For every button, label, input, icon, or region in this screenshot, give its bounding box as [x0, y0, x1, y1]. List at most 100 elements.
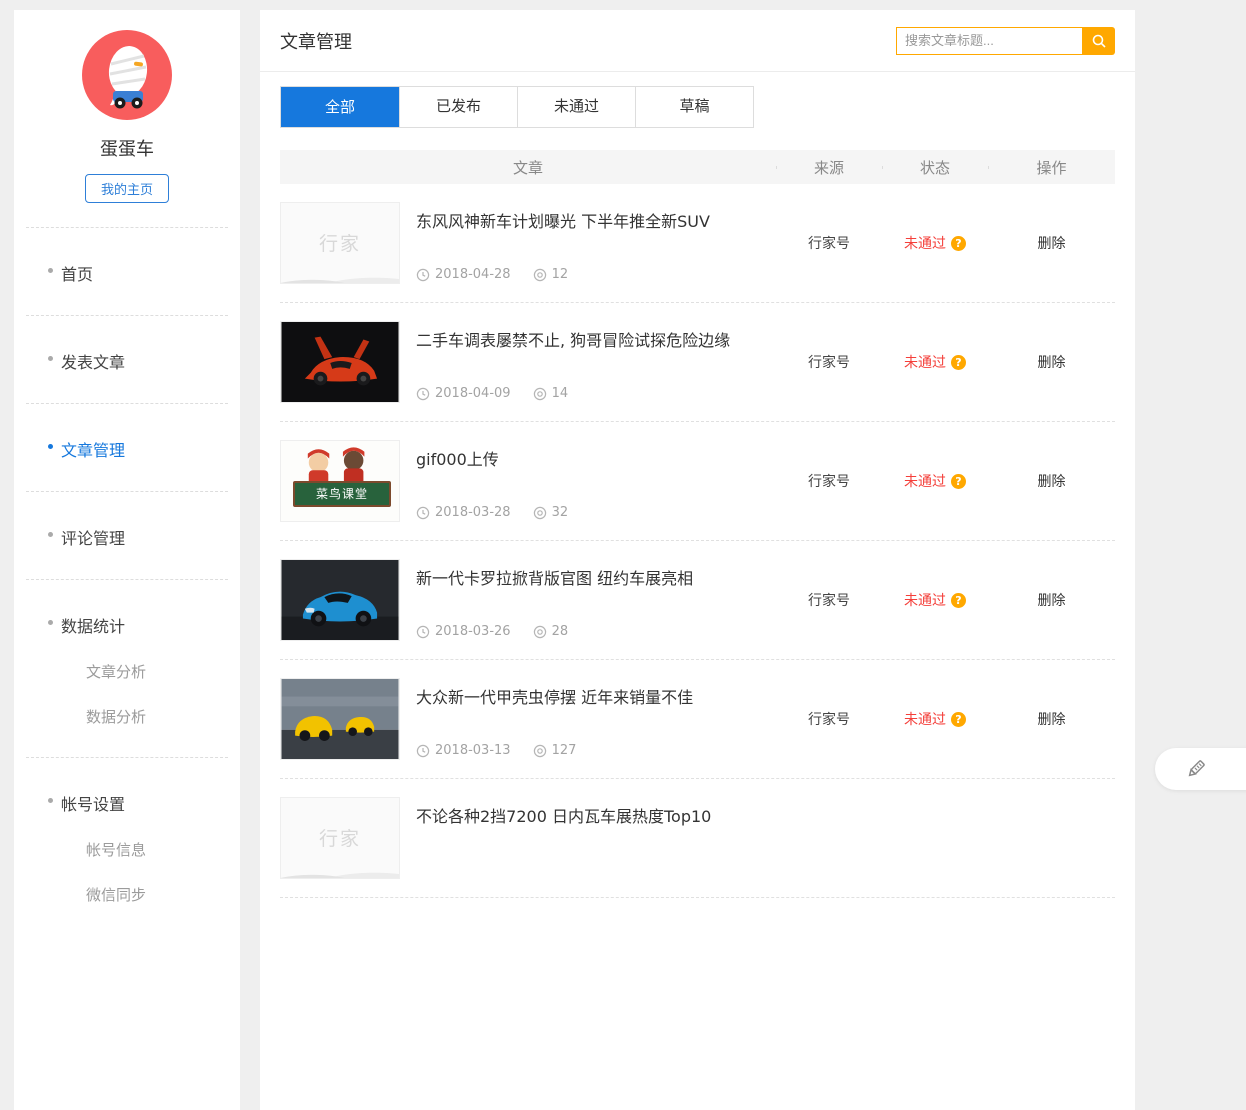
sidebar-subitem-data-analysis[interactable]: 数据分析	[14, 682, 240, 727]
sidebar-subitem-wechat-sync[interactable]: 微信同步	[14, 860, 240, 905]
status-cell: 未通过 ?	[882, 471, 988, 491]
delete-button[interactable]: 删除	[1038, 236, 1066, 252]
article-thumbnail[interactable]: 行家	[280, 797, 400, 879]
publish-date: 2018-03-26	[435, 624, 511, 639]
sidebar-group-stats: 数据统计 文章分析 数据分析	[14, 580, 240, 757]
source-cell: 行家号	[808, 355, 850, 371]
publish-date: 2018-03-13	[435, 743, 511, 758]
search-icon	[1092, 34, 1106, 48]
publish-date: 2018-03-28	[435, 505, 511, 520]
eye-icon	[533, 268, 547, 282]
column-header-article: 文章	[512, 158, 543, 177]
clock-icon	[416, 625, 430, 639]
views-count-wrap: 28	[533, 624, 569, 639]
sidebar-item-publish[interactable]: 发表文章	[14, 316, 240, 403]
action-cell: 删除	[988, 233, 1115, 253]
views-count-wrap: 127	[533, 743, 577, 758]
tab-all[interactable]: 全部	[281, 87, 399, 127]
sidebar-item-home[interactable]: 首页	[14, 228, 240, 315]
question-icon[interactable]: ?	[951, 235, 966, 251]
sidebar-item-comments[interactable]: 评论管理	[14, 492, 240, 579]
article-title[interactable]: 东风风神新车计划曝光 下半年推全新SUV	[416, 208, 768, 232]
question-icon[interactable]: ?	[951, 354, 966, 370]
tab-rejected[interactable]: 未通过	[517, 87, 635, 127]
article-meta: 2018-03-28 32	[416, 505, 768, 520]
views-count: 127	[551, 743, 577, 758]
article-title[interactable]: 大众新一代甲壳虫停摆 近年来销量不佳	[416, 684, 768, 708]
delete-button[interactable]: 删除	[1038, 355, 1066, 371]
delete-button[interactable]: 删除	[1038, 593, 1066, 609]
article-cell: 二手车调表屡禁不止, 狗哥冒险试探危险边缘 2018-04-09 14	[280, 321, 776, 403]
question-icon[interactable]: ?	[951, 592, 966, 608]
source-cell: 行家号	[808, 236, 850, 252]
sidebar-item-account[interactable]: 帐号设置	[14, 791, 240, 815]
status-badge: 未通过	[904, 474, 946, 490]
publish-date: 2018-04-28	[435, 267, 511, 282]
eye-icon	[533, 506, 547, 520]
article-info: 大众新一代甲壳虫停摆 近年来销量不佳 2018-03-13 127	[416, 678, 768, 760]
article-meta: 2018-03-26 28	[416, 624, 768, 639]
bullet-icon	[48, 356, 53, 361]
source-cell: 行家号	[808, 593, 850, 609]
sidebar-item-stats[interactable]: 数据统计	[14, 613, 240, 637]
article-cell: 行家 东风风神新车计划曝光 下半年推全新SUV 2018-04-28 12	[280, 202, 776, 284]
sidebar-subitem-article-analysis[interactable]: 文章分析	[14, 637, 240, 682]
sidebar-group-account: 帐号设置 帐号信息 微信同步	[14, 758, 240, 935]
search-button[interactable]	[1082, 26, 1115, 55]
action-cell: 删除	[988, 590, 1115, 610]
question-icon[interactable]: ?	[951, 473, 966, 489]
article-cell: 大众新一代甲壳虫停摆 近年来销量不佳 2018-03-13 127	[280, 678, 776, 760]
eye-icon	[533, 744, 547, 758]
delete-button[interactable]: 删除	[1038, 712, 1066, 728]
sidebar-item-articles[interactable]: 文章管理	[14, 404, 240, 491]
tab-draft[interactable]: 草稿	[635, 87, 753, 127]
article-thumbnail[interactable]	[280, 678, 400, 760]
bullet-icon	[48, 798, 53, 803]
table-row: 菜鸟课堂 gif000上传 2018-03-28 32 行家号 未通过 ? 删除	[280, 422, 1115, 541]
article-thumbnail[interactable]: 行家	[280, 202, 400, 284]
bullet-icon	[48, 620, 53, 625]
sidebar-subitem-account-info[interactable]: 帐号信息	[14, 815, 240, 860]
delete-button[interactable]: 删除	[1038, 474, 1066, 490]
article-info: 二手车调表屡禁不止, 狗哥冒险试探危险边缘 2018-04-09 14	[416, 321, 768, 403]
article-title[interactable]: 二手车调表屡禁不止, 狗哥冒险试探危险边缘	[416, 327, 768, 351]
yellow-beetles-art	[281, 679, 399, 759]
views-count: 28	[551, 624, 569, 639]
article-list: 行家 东风风神新车计划曝光 下半年推全新SUV 2018-04-28 12 行家…	[280, 184, 1115, 898]
views-count: 14	[551, 386, 569, 401]
article-thumbnail[interactable]	[280, 559, 400, 641]
source-cell: 行家号	[808, 712, 850, 728]
pencil-icon	[1188, 760, 1205, 777]
article-title[interactable]: 不论各种2挡7200 日内瓦车展热度Top10	[416, 803, 768, 827]
column-header-status: 状态	[882, 157, 988, 178]
bullet-icon	[48, 532, 53, 537]
table-row: 大众新一代甲壳虫停摆 近年来销量不佳 2018-03-13 127 行家号 未通…	[280, 660, 1115, 779]
table-row: 新一代卡罗拉掀背版官图 纽约车展亮相 2018-03-26 28 行家号 未通过…	[280, 541, 1115, 660]
table-row: 行家 不论各种2挡7200 日内瓦车展热度Top10	[280, 779, 1115, 898]
article-thumbnail[interactable]	[280, 321, 400, 403]
article-title[interactable]: 新一代卡罗拉掀背版官图 纽约车展亮相	[416, 565, 768, 589]
article-thumbnail[interactable]: 菜鸟课堂	[280, 440, 400, 522]
status-cell: 未通过 ?	[882, 590, 988, 610]
clock-icon	[416, 744, 430, 758]
status-tabs: 全部 已发布 未通过 草稿	[280, 86, 754, 128]
mountain-art	[281, 862, 399, 878]
search-box	[896, 26, 1115, 55]
status-cell: 未通过 ?	[882, 352, 988, 372]
search-input[interactable]	[896, 26, 1082, 55]
status-badge: 未通过	[904, 712, 946, 728]
avatar[interactable]	[82, 30, 172, 120]
table-header: 文章 来源 状态 操作	[280, 150, 1115, 184]
article-meta: 2018-04-09 14	[416, 386, 768, 401]
article-title[interactable]: gif000上传	[416, 446, 768, 470]
column-header-source: 来源	[776, 157, 882, 178]
red-supercar-art	[281, 322, 399, 402]
article-info: gif000上传 2018-03-28 32	[416, 440, 768, 522]
write-article-fab[interactable]	[1155, 748, 1246, 790]
status-cell: 未通过 ?	[882, 233, 988, 253]
tab-published[interactable]: 已发布	[399, 87, 517, 127]
question-icon[interactable]: ?	[951, 711, 966, 727]
my-homepage-button[interactable]: 我的主页	[84, 174, 169, 203]
blue-car-art	[281, 560, 399, 640]
mountain-art	[281, 267, 399, 283]
